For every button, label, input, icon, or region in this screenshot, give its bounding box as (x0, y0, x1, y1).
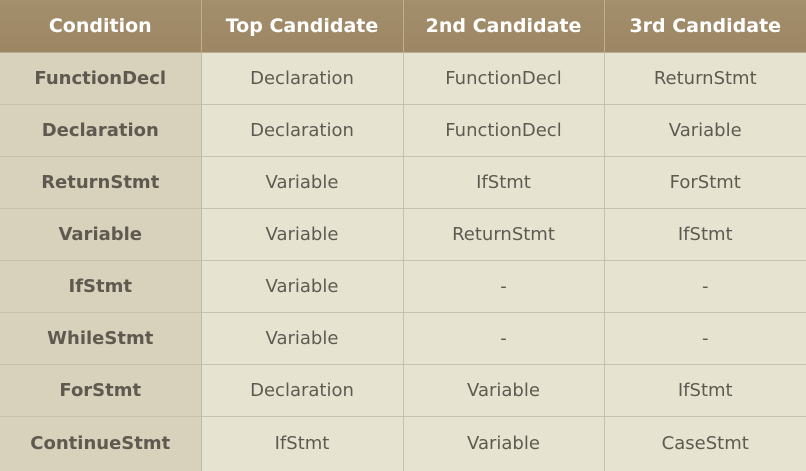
top-candidate-cell: Declaration (200, 51, 403, 104)
table-row: ReturnStmt Variable IfStmt ForStmt (0, 155, 806, 208)
condition-cell: Variable (0, 207, 202, 260)
third-candidate-cell: IfStmt (603, 363, 806, 416)
third-candidate-cell: CaseStmt (603, 415, 806, 471)
third-candidate-cell: ReturnStmt (603, 51, 806, 104)
table-body: FunctionDecl Declaration FunctionDecl Re… (0, 51, 806, 471)
third-candidate-cell: Variable (603, 103, 806, 156)
table-header: Condition Top Candidate 2nd Candidate 3r… (0, 0, 806, 52)
table-row: IfStmt Variable - - (0, 259, 806, 312)
third-candidate-cell: - (603, 311, 806, 364)
second-candidate-cell: ReturnStmt (402, 207, 604, 260)
second-candidate-cell: Variable (402, 415, 604, 471)
table-row: Declaration Declaration FunctionDecl Var… (0, 103, 806, 156)
top-candidate-cell: IfStmt (200, 415, 403, 471)
second-candidate-cell: - (402, 311, 604, 364)
table-row: ContinueStmt IfStmt Variable CaseStmt (0, 415, 806, 471)
condition-cell: ForStmt (0, 363, 202, 416)
top-candidate-cell: Variable (200, 207, 403, 260)
second-candidate-cell: - (402, 259, 604, 312)
second-candidate-cell: IfStmt (402, 155, 604, 208)
condition-cell: ReturnStmt (0, 155, 202, 208)
condition-cell: Declaration (0, 103, 202, 156)
third-candidate-cell: IfStmt (603, 207, 806, 260)
top-candidate-cell: Variable (200, 155, 403, 208)
third-candidate-cell: - (603, 259, 806, 312)
table-row: ForStmt Declaration Variable IfStmt (0, 363, 806, 416)
top-candidate-cell: Variable (200, 259, 403, 312)
header-3rd-candidate: 3rd Candidate (603, 0, 806, 52)
second-candidate-cell: FunctionDecl (402, 103, 604, 156)
top-candidate-cell: Variable (200, 311, 403, 364)
header-top-candidate: Top Candidate (200, 0, 403, 52)
condition-cell: ContinueStmt (0, 415, 202, 471)
third-candidate-cell: ForStmt (603, 155, 806, 208)
header-condition: Condition (0, 0, 201, 52)
header-2nd-candidate: 2nd Candidate (402, 0, 604, 52)
header-row: Condition Top Candidate 2nd Candidate 3r… (0, 0, 806, 52)
condition-cell: WhileStmt (0, 311, 202, 364)
condition-cell: IfStmt (0, 259, 202, 312)
candidate-table: Condition Top Candidate 2nd Candidate 3r… (0, 0, 806, 471)
table-row: Variable Variable ReturnStmt IfStmt (0, 207, 806, 260)
top-candidate-cell: Declaration (200, 363, 403, 416)
second-candidate-cell: FunctionDecl (402, 51, 604, 104)
table-row: FunctionDecl Declaration FunctionDecl Re… (0, 51, 806, 104)
second-candidate-cell: Variable (402, 363, 604, 416)
top-candidate-cell: Declaration (200, 103, 403, 156)
condition-cell: FunctionDecl (0, 51, 202, 104)
table-row: WhileStmt Variable - - (0, 311, 806, 364)
